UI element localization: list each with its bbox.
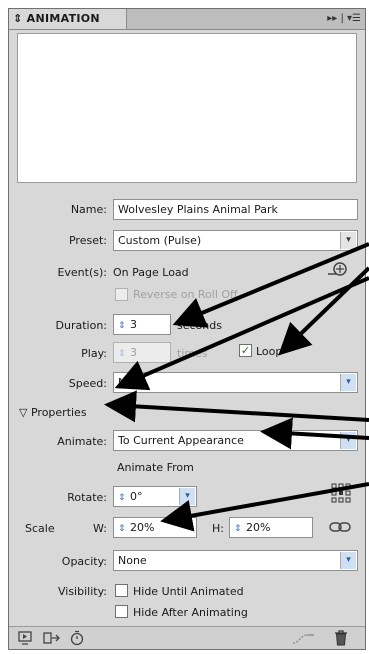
name-field[interactable]: Wolvesley Plains Animal Park bbox=[113, 199, 358, 220]
collapse-icon[interactable]: ⇕ bbox=[13, 12, 23, 25]
speed-label: Speed: bbox=[68, 377, 107, 390]
scale-w-stepper[interactable]: ⇕ 20% bbox=[113, 517, 197, 538]
chevron-down-icon[interactable]: ▾ bbox=[340, 432, 356, 449]
events-value: On Page Load bbox=[113, 266, 189, 279]
triangle-down-icon[interactable]: ▽ bbox=[19, 406, 27, 419]
properties-toggle[interactable]: ▽ Properties bbox=[19, 406, 87, 419]
preset-value: Custom (Pulse) bbox=[118, 234, 202, 247]
play-unit: times bbox=[177, 347, 208, 360]
rotate-label: Rotate: bbox=[67, 491, 107, 504]
scale-h-value: 20% bbox=[246, 521, 271, 534]
play-label: Play: bbox=[81, 347, 107, 360]
duration-stepper[interactable]: ⇕ 3 bbox=[113, 314, 171, 335]
panel-tab-bar: ⇕ ANIMATION ▸▸ | ▾☰ bbox=[9, 9, 365, 30]
chevron-down-icon[interactable]: ▾ bbox=[179, 488, 195, 505]
play-stepper[interactable]: ⇕ 3 bbox=[113, 342, 171, 363]
reverse-label: Reverse on Roll Off bbox=[133, 288, 238, 301]
timer-icon[interactable] bbox=[69, 630, 85, 646]
play-value: 3 bbox=[130, 346, 137, 359]
tab-animation[interactable]: ⇕ ANIMATION bbox=[9, 9, 127, 29]
tab-title: ANIMATION bbox=[26, 12, 100, 25]
stepper-icon[interactable]: ⇕ bbox=[118, 489, 128, 506]
chevron-down-icon[interactable]: ▾ bbox=[340, 374, 356, 391]
scale-w-value: 20% bbox=[130, 521, 155, 534]
animate-dropdown[interactable]: To Current Appearance ▾ bbox=[113, 430, 358, 451]
preset-label: Preset: bbox=[68, 234, 107, 247]
animate-from-label: Animate From bbox=[117, 461, 194, 474]
origin-grid-icon[interactable] bbox=[331, 483, 351, 503]
scale-label: Scale bbox=[25, 522, 55, 535]
opacity-dropdown[interactable]: None ▾ bbox=[113, 550, 358, 571]
animate-label: Animate: bbox=[57, 435, 107, 448]
duration-value: 3 bbox=[130, 318, 137, 331]
animation-preview bbox=[17, 33, 357, 183]
loop-checkbox[interactable]: ✓ bbox=[239, 344, 252, 357]
properties-label: Properties bbox=[30, 406, 87, 419]
scale-w-label: W: bbox=[93, 522, 107, 535]
stepper-icon[interactable]: ⇕ bbox=[234, 520, 244, 537]
chevron-down-icon[interactable]: ▾ bbox=[340, 552, 356, 569]
duration-unit: seconds bbox=[177, 319, 222, 332]
events-label: Event(s): bbox=[57, 266, 107, 279]
hide-after-label: Hide After Animating bbox=[133, 606, 248, 619]
hide-until-label: Hide Until Animated bbox=[133, 585, 244, 598]
motion-path-icon[interactable] bbox=[291, 630, 317, 646]
name-label: Name: bbox=[70, 203, 107, 216]
panel-menu-controls[interactable]: ▸▸ | ▾☰ bbox=[327, 9, 361, 29]
hide-until-checkbox[interactable] bbox=[115, 584, 128, 597]
events-add-icon[interactable] bbox=[325, 260, 349, 278]
speed-value: None bbox=[118, 376, 147, 389]
scale-h-stepper[interactable]: ⇕ 20% bbox=[229, 517, 313, 538]
convert-icon[interactable] bbox=[43, 630, 61, 646]
hide-after-checkbox[interactable] bbox=[115, 605, 128, 618]
duration-label: Duration: bbox=[55, 319, 107, 332]
preview-icon[interactable] bbox=[17, 630, 33, 646]
opacity-value: None bbox=[118, 554, 147, 567]
opacity-label: Opacity: bbox=[61, 555, 107, 568]
panel-bottom-bar bbox=[9, 626, 365, 649]
link-icon[interactable] bbox=[329, 520, 351, 534]
preset-dropdown[interactable]: Custom (Pulse) ▾ bbox=[113, 230, 358, 251]
rotate-value: 0° bbox=[130, 490, 143, 503]
loop-label: Loop bbox=[256, 345, 283, 358]
animation-panel: ⇕ ANIMATION ▸▸ | ▾☰ Name: Wolvesley Plai… bbox=[8, 8, 366, 650]
stepper-icon[interactable]: ⇕ bbox=[118, 317, 128, 334]
animate-value: To Current Appearance bbox=[118, 434, 244, 447]
stepper-icon[interactable]: ⇕ bbox=[118, 520, 128, 537]
stepper-icon[interactable]: ⇕ bbox=[118, 345, 128, 362]
reverse-checkbox[interactable] bbox=[115, 288, 128, 301]
speed-dropdown[interactable]: None ▾ bbox=[113, 372, 358, 393]
chevron-down-icon[interactable]: ▾ bbox=[340, 232, 356, 249]
rotate-combo[interactable]: ⇕ 0° ▾ bbox=[113, 486, 197, 507]
scale-h-label: H: bbox=[212, 522, 224, 535]
visibility-label: Visibility: bbox=[57, 585, 107, 598]
trash-icon[interactable] bbox=[333, 629, 349, 647]
